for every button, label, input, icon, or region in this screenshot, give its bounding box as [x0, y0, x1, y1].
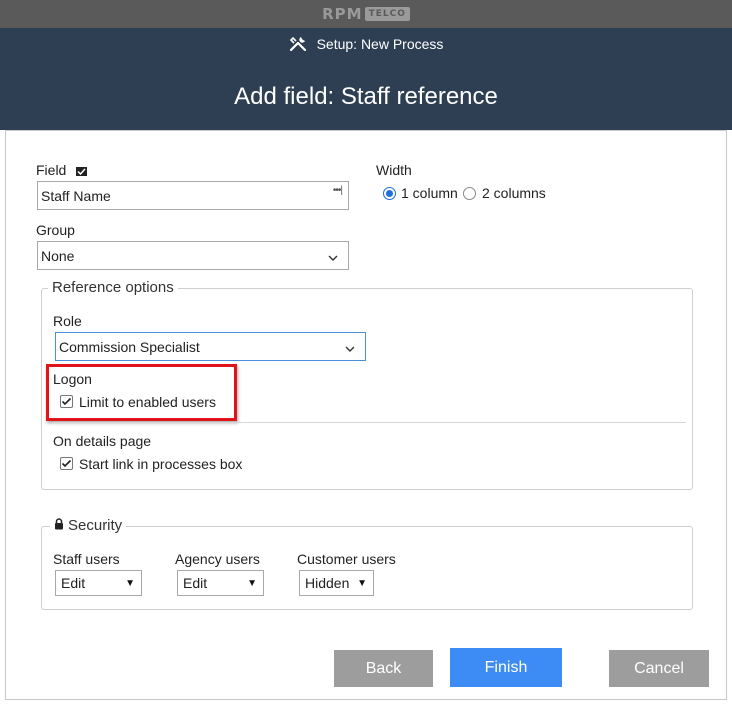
finish-button[interactable]: Finish [450, 648, 562, 687]
limit-enabled-users-label: Limit to enabled users [79, 394, 216, 410]
width-2-columns-label: 2 columns [482, 185, 546, 201]
customer-users-label: Customer users [297, 551, 396, 567]
dropdown-arrow-icon: ▼ [247, 578, 257, 589]
reference-options-legend: Reference options [48, 279, 178, 296]
staff-users-label: Staff users [53, 551, 120, 567]
breadcrumb: Setup: New Process [0, 36, 732, 52]
divider [53, 422, 686, 423]
width-1-column-label: 1 column [401, 185, 458, 201]
width-2-columns-radio[interactable] [463, 187, 476, 200]
start-link-checkbox[interactable] [60, 457, 73, 470]
brand-logo: RPM TELCO [322, 5, 410, 23]
group-label: Group [36, 222, 75, 238]
required-check-icon [76, 166, 88, 176]
brand-sub: TELCO [364, 7, 410, 21]
role-label: Role [53, 313, 82, 329]
field-name-input[interactable]: Staff Name •••| [37, 181, 349, 210]
limit-enabled-users-checkbox[interactable] [60, 395, 73, 408]
agency-users-label: Agency users [175, 551, 260, 567]
start-link-label: Start link in processes box [79, 456, 243, 472]
security-legend: Security [50, 517, 127, 534]
brand-main: RPM [322, 5, 363, 23]
dialog-panel: Field Staff Name •••| Width 1 column 2 c… [5, 130, 727, 700]
field-label-row: Field [36, 162, 88, 178]
page-title: Add field: Staff reference [234, 83, 498, 110]
agency-users-select[interactable]: Edit ▼ [177, 570, 264, 596]
group-value: None [41, 247, 75, 264]
role-select[interactable]: Commission Specialist [55, 332, 366, 361]
chevron-down-icon [345, 339, 355, 355]
group-select[interactable]: None [37, 241, 349, 270]
security-group [41, 526, 693, 610]
back-button[interactable]: Back [334, 650, 433, 687]
field-name-value: Staff Name [41, 187, 111, 204]
page-header: Setup: New Process Add field: Staff refe… [0, 28, 732, 130]
staff-users-select[interactable]: Edit ▼ [55, 570, 142, 596]
tools-icon [289, 36, 307, 52]
details-page-label: On details page [53, 433, 152, 449]
staff-users-value: Edit [61, 575, 86, 591]
logon-label: Logon [53, 371, 92, 387]
lock-icon [54, 517, 64, 534]
field-label: Field [36, 162, 67, 178]
security-legend-text: Security [68, 517, 123, 534]
customer-users-value: Hidden [305, 575, 350, 591]
more-icon[interactable]: •••| [333, 185, 343, 196]
customer-users-select[interactable]: Hidden ▼ [299, 570, 374, 596]
agency-users-value: Edit [183, 575, 208, 591]
role-value: Commission Specialist [59, 338, 200, 355]
breadcrumb-text[interactable]: Setup: New Process [317, 36, 444, 52]
chevron-down-icon [328, 248, 338, 264]
width-label: Width [376, 162, 412, 178]
top-bar: RPM TELCO [0, 0, 732, 28]
dropdown-arrow-icon: ▼ [357, 578, 367, 589]
dropdown-arrow-icon: ▼ [125, 578, 135, 589]
width-1-column-radio[interactable] [383, 187, 396, 200]
cancel-button[interactable]: Cancel [609, 650, 709, 687]
